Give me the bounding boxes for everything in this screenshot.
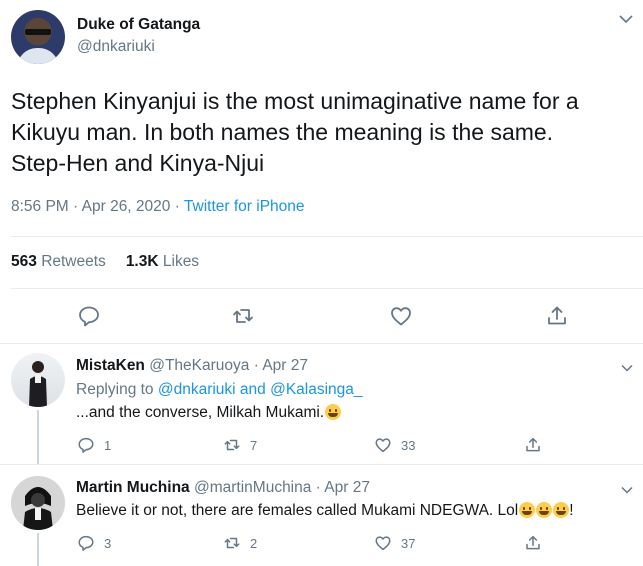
grinning-emoji [325, 404, 342, 420]
divider [0, 343, 643, 344]
like-icon [375, 536, 391, 551]
chevron-down-icon[interactable] [619, 14, 633, 24]
reply-reply-action[interactable]: 1 [77, 436, 111, 454]
retweets-label: Retweets [41, 253, 106, 270]
sweat-smile-emoji [519, 502, 536, 518]
reply-text: Believe it or not, there are females cal… [76, 502, 574, 520]
author-handle[interactable]: @dnkariuki [77, 38, 155, 56]
likes-stat[interactable]: 1.3K Likes [126, 253, 199, 270]
retweet-count: 7 [250, 437, 258, 453]
chevron-down-icon[interactable] [621, 486, 633, 494]
reply-retweet-action[interactable]: 7 [223, 436, 257, 454]
reply-avatar[interactable] [11, 353, 65, 407]
like-icon[interactable] [389, 304, 413, 328]
chevron-down-icon[interactable] [621, 364, 633, 372]
reply-text-suffix: ! [569, 502, 574, 519]
likes-label: Likes [162, 253, 200, 270]
reply-action-bar: 1 7 33 [0, 436, 643, 456]
reply-text: ...and the converse, Milkah Mukami. [76, 404, 342, 422]
joy-emoji [536, 502, 553, 518]
retweet-count: 2 [250, 535, 258, 551]
divider [11, 288, 643, 289]
reply-author-handle[interactable]: @martinMuchina · Apr 27 [194, 479, 370, 496]
reply-retweet-action[interactable]: 2 [223, 534, 257, 552]
reply-reply-action[interactable]: 3 [77, 534, 111, 552]
like-count: 33 [401, 437, 416, 453]
reply-count: 1 [104, 437, 112, 453]
reply-count: 3 [104, 535, 112, 551]
likes-count: 1.3K [125, 253, 159, 270]
divider [11, 236, 643, 237]
replying-to: Replying to @dnkariuki and @Kalasinga_ [76, 381, 363, 399]
reply-icon [78, 437, 94, 453]
reply-share-action[interactable] [524, 436, 542, 454]
reply-header: Martin Muchina @martinMuchina · Apr 27 [76, 479, 370, 497]
replying-prefix: Replying to [76, 381, 158, 398]
share-icon [526, 535, 540, 550]
reply-action-bar: 3 2 37 [0, 534, 643, 554]
tweet-stats: 563 Retweets 1.3K Likes [11, 253, 199, 271]
reply-text-body: ...and the converse, Milkah Mukami. [76, 404, 325, 421]
reply-share-action[interactable] [524, 534, 542, 552]
smile-emoji [553, 502, 570, 518]
reply-icon [78, 535, 94, 551]
reply-like-action[interactable]: 37 [374, 534, 415, 552]
retweet-icon [224, 439, 240, 451]
replying-to-link[interactable]: @dnkariuki and @Kalasinga_ [158, 381, 363, 398]
retweet-icon[interactable] [231, 304, 255, 328]
share-icon[interactable] [545, 304, 569, 328]
tweet-action-bar [0, 304, 643, 330]
reply-like-action[interactable]: 33 [374, 436, 415, 454]
retweets-count: 563 [11, 253, 37, 270]
author-name[interactable]: Duke of Gatanga [77, 16, 200, 34]
reply-author-name[interactable]: MistaKen [76, 357, 145, 374]
retweets-stat[interactable]: 563 Retweets [11, 253, 106, 270]
retweet-icon [224, 537, 240, 549]
tweet-meta: 8:56 PM · Apr 26, 2020 · Twitter for iPh… [11, 198, 305, 216]
reply-header: MistaKen @TheKaruoya · Apr 27 [76, 357, 308, 375]
tweet-time[interactable]: 8:56 PM · Apr 26, 2020 · [11, 198, 184, 215]
avatar-glasses [25, 29, 51, 35]
reply-author-name[interactable]: Martin Muchina [76, 479, 190, 496]
divider [0, 464, 643, 465]
like-count: 37 [401, 535, 416, 551]
like-icon [375, 438, 391, 453]
avatar-shirt [17, 48, 59, 64]
tweet-text: Stephen Kinyanjui is the most unimaginat… [11, 88, 579, 176]
reply-author-handle[interactable]: @TheKaruoya · Apr 27 [149, 357, 308, 374]
reply-avatar[interactable] [11, 476, 65, 530]
tweet-source[interactable]: Twitter for iPhone [184, 198, 305, 215]
author-avatar[interactable] [11, 10, 65, 64]
reply-icon[interactable] [77, 304, 101, 328]
reply-text-body: Believe it or not, there are females cal… [76, 502, 519, 519]
share-icon [526, 437, 540, 452]
